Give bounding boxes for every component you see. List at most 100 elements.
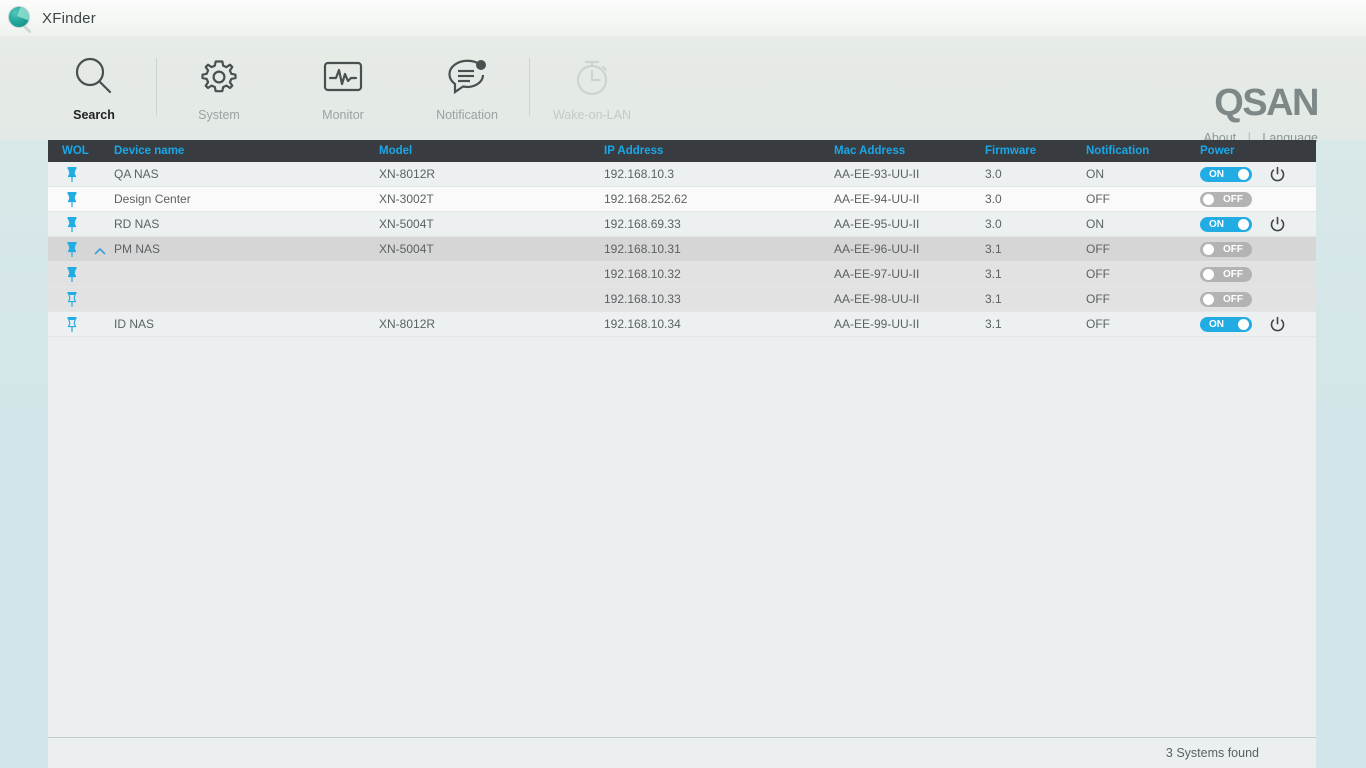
toolbar-item-notification[interactable]: Notification — [405, 36, 529, 140]
chevron-up-icon[interactable] — [94, 245, 106, 254]
qsan-logo: QSAN — [1203, 84, 1318, 122]
column-header-mac_address[interactable]: Mac Address — [834, 140, 905, 162]
cell-mac-address: AA-EE-93-UU-II — [834, 162, 919, 187]
cell-ip-address: 192.168.10.33 — [604, 287, 681, 312]
toolbar-item-search[interactable]: Search — [32, 36, 156, 140]
monitor-pulse-icon — [321, 52, 365, 102]
power-button-icon[interactable] — [1269, 316, 1286, 333]
column-header-firmware[interactable]: Firmware — [985, 140, 1036, 162]
cell-notification: OFF — [1086, 287, 1110, 312]
wol-pin-icon[interactable] — [62, 265, 82, 285]
table-row[interactable]: QA NASXN-8012R192.168.10.3AA-EE-93-UU-II… — [48, 162, 1316, 187]
cell-firmware: 3.1 — [985, 262, 1002, 287]
table-row[interactable]: 192.168.10.32 AA-EE-97-UU-II 3.1 OFF OFF — [48, 262, 1316, 287]
gear-icon — [197, 52, 241, 102]
column-header-model[interactable]: Model — [379, 140, 412, 162]
power-toggle-knob — [1203, 269, 1214, 280]
wol-pin-icon[interactable] — [62, 240, 82, 260]
table-row[interactable]: PM NAS XN-5004T 192.168.10.31 AA-EE-96-UU-I… — [48, 237, 1316, 262]
table-row[interactable]: Design CenterXN-3002T192.168.252.62AA-EE… — [48, 187, 1316, 212]
table-row[interactable]: RD NAS XN-5004T 192.168.69.33 AA-EE-95-UU-I… — [48, 212, 1316, 237]
systems-found-status: 3 Systems found — [1166, 738, 1259, 768]
power-toggle[interactable]: ON — [1200, 317, 1252, 332]
toolbar-item-wake-on-lan[interactable]: Wake-on-LAN — [530, 36, 654, 140]
cell-mac-address: AA-EE-95-UU-II — [834, 212, 919, 237]
device-table-panel: WOL Device name Model IP Address Mac Address… — [48, 140, 1316, 737]
wol-pin-icon[interactable] — [62, 190, 82, 210]
cell-device-name: PM NAS — [114, 237, 160, 262]
table-header: WOL Device name Model IP Address Mac Address… — [48, 140, 1316, 162]
toolbar-item-notification-label: Notification — [436, 108, 498, 122]
power-toggle-label: OFF — [1223, 267, 1243, 282]
cell-mac-address: AA-EE-96-UU-II — [834, 237, 919, 262]
brand-area: QSAN About | Language — [1203, 84, 1318, 145]
toolbar-item-monitor-label: Monitor — [322, 108, 364, 122]
cell-model: XN-5004T — [379, 212, 434, 237]
cell-model: XN-3002T — [379, 187, 434, 212]
column-header-device_name[interactable]: Device name — [114, 140, 184, 162]
power-toggle-label: OFF — [1223, 292, 1243, 307]
toolbar-item-wake-on-lan-label: Wake-on-LAN — [553, 108, 631, 122]
power-toggle[interactable]: OFF — [1200, 292, 1252, 307]
toolbar-items: Search System Monitor — [32, 36, 654, 140]
toolbar: Search System Monitor — [0, 36, 1366, 140]
toolbar-item-system[interactable]: System — [157, 36, 281, 140]
cell-mac-address: AA-EE-97-UU-II — [834, 262, 919, 287]
wol-pin-icon[interactable] — [62, 215, 82, 235]
power-toggle-knob — [1238, 169, 1249, 180]
cell-firmware: 3.1 — [985, 287, 1002, 312]
table-row[interactable]: 192.168.10.33 AA-EE-98-UU-II 3.1 OFF OFF — [48, 287, 1316, 312]
cell-firmware: 3.0 — [985, 162, 1002, 187]
power-toggle-knob — [1203, 244, 1214, 255]
cell-ip-address: 192.168.10.31 — [604, 237, 681, 262]
column-header-power[interactable]: Power — [1200, 140, 1235, 162]
app-title: XFinder — [42, 10, 96, 27]
wol-pin-icon[interactable] — [62, 290, 82, 310]
stopwatch-icon — [570, 52, 614, 102]
power-toggle-label: ON — [1209, 167, 1224, 182]
row-divider — [48, 336, 1316, 337]
cell-firmware: 3.0 — [985, 212, 1002, 237]
column-header-ip_address[interactable]: IP Address — [604, 140, 663, 162]
toolbar-item-search-label: Search — [73, 108, 115, 122]
power-toggle-label: ON — [1209, 317, 1224, 332]
power-toggle[interactable]: OFF — [1200, 267, 1252, 282]
cell-firmware: 3.1 — [985, 312, 1002, 337]
power-button-icon[interactable] — [1269, 166, 1286, 183]
cell-model: XN-8012R — [379, 162, 435, 187]
cell-firmware: 3.1 — [985, 237, 1002, 262]
power-toggle[interactable]: ON — [1200, 217, 1252, 232]
cell-notification: ON — [1086, 162, 1104, 187]
cell-ip-address: 192.168.69.33 — [604, 212, 681, 237]
power-toggle-label: OFF — [1223, 192, 1243, 207]
cell-mac-address: AA-EE-99-UU-II — [834, 312, 919, 337]
toolbar-item-system-label: System — [198, 108, 240, 122]
cell-model: XN-5004T — [379, 237, 434, 262]
table-body: QA NASXN-8012R192.168.10.3AA-EE-93-UU-II… — [48, 162, 1316, 337]
power-toggle[interactable]: OFF — [1200, 192, 1252, 207]
xfinder-magnifier-icon — [7, 5, 33, 31]
cell-ip-address: 192.168.10.3 — [604, 162, 674, 187]
cell-mac-address: AA-EE-98-UU-II — [834, 287, 919, 312]
cell-notification: OFF — [1086, 237, 1110, 262]
power-toggle-label: ON — [1209, 217, 1224, 232]
cell-model: XN-8012R — [379, 312, 435, 337]
power-toggle-knob — [1238, 219, 1249, 230]
toolbar-item-monitor[interactable]: Monitor — [281, 36, 405, 140]
table-row[interactable]: ID NASXN-8012R192.168.10.34AA-EE-99-UU-I… — [48, 312, 1316, 337]
cell-ip-address: 192.168.10.34 — [604, 312, 681, 337]
power-toggle-knob — [1203, 294, 1214, 305]
power-toggle[interactable]: ON — [1200, 167, 1252, 182]
power-button-icon[interactable] — [1269, 216, 1286, 233]
cell-ip-address: 192.168.10.32 — [604, 262, 681, 287]
power-toggle[interactable]: OFF — [1200, 242, 1252, 257]
column-header-wol[interactable]: WOL — [62, 140, 89, 162]
cell-ip-address: 192.168.252.62 — [604, 187, 687, 212]
cell-notification: OFF — [1086, 312, 1110, 337]
column-header-notification[interactable]: Notification — [1086, 140, 1149, 162]
wol-pin-icon[interactable] — [62, 165, 82, 185]
wol-pin-icon[interactable] — [62, 315, 82, 335]
cell-notification: OFF — [1086, 262, 1110, 287]
cell-device-name: RD NAS — [114, 212, 159, 237]
cell-firmware: 3.0 — [985, 187, 1002, 212]
